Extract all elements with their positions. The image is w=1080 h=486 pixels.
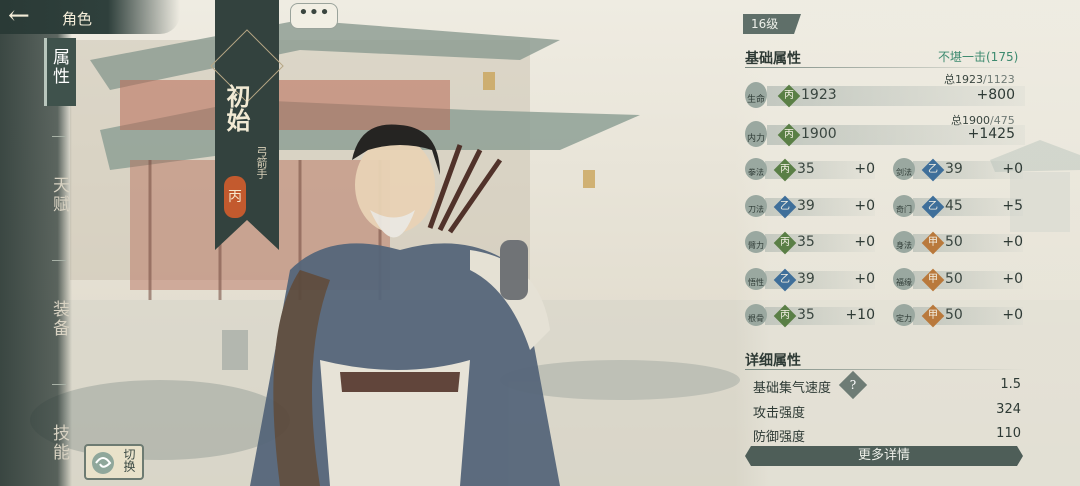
stat-value: 50 xyxy=(945,270,963,287)
section-divider xyxy=(745,369,1025,370)
stat-value: 39 xyxy=(797,270,815,287)
stat-icon: 福缘 xyxy=(893,267,915,290)
ellipsis-icon: ••• xyxy=(298,2,330,23)
stat-value: 39 xyxy=(945,161,963,177)
mp-row: 内力 丙 1900 +1425 xyxy=(745,121,1025,147)
stat-bonus: +0 xyxy=(1002,234,1023,250)
stat-bonus: +0 xyxy=(854,161,875,177)
stat-rank-badge: 甲 xyxy=(921,268,945,291)
nav-divider xyxy=(52,136,66,137)
stat-rank-badge: 丙 xyxy=(773,304,797,328)
stat-rank-badge: 丙 xyxy=(773,231,797,255)
hp-row: 生命 丙 1923 +800 xyxy=(745,82,1025,108)
nav-tab-attributes[interactable]: 属性 xyxy=(49,48,69,86)
stat-icon: 奇门 xyxy=(893,194,915,217)
stat-icon: 拳法 xyxy=(745,158,767,180)
detail-value: 324 xyxy=(996,402,1021,417)
stat-bonus: +0 xyxy=(1002,270,1023,287)
detail-row-attack: 攻击强度 324 xyxy=(745,400,1025,422)
stat-row: 福缘甲 50 +0 xyxy=(893,267,1023,291)
detail-label: 基础集气速度 xyxy=(753,381,832,396)
stat-rank-badge: 乙 xyxy=(921,158,945,182)
stat-value: 35 xyxy=(797,307,815,323)
mp-icon: 内力 xyxy=(745,121,767,147)
detail-attributes-title: 详细属性 xyxy=(745,353,801,369)
stat-value: 35 xyxy=(797,234,815,250)
stat-value: 50 xyxy=(945,307,963,323)
stat-icon: 根骨 xyxy=(745,304,767,326)
nav-tab-equipment[interactable]: 装备 xyxy=(49,300,69,338)
stat-row: 定力甲 50 +0 xyxy=(893,304,1023,328)
detail-value: 1.5 xyxy=(1000,377,1021,392)
stat-bonus: +0 xyxy=(854,197,875,214)
stat-icon: 悟性 xyxy=(745,267,767,290)
hp-bonus: +800 xyxy=(976,87,1015,103)
stat-rank-badge: 乙 xyxy=(921,195,945,218)
mp-bonus: +1425 xyxy=(967,126,1015,142)
stat-rank-badge: 乙 xyxy=(773,195,797,218)
nav-tab-skills[interactable]: 技能 xyxy=(49,424,69,462)
stat-rank-badge: 丙 xyxy=(773,158,797,182)
level-badge: 16级 xyxy=(743,14,801,34)
stat-bonus: +0 xyxy=(854,270,875,287)
stat-bonus: +0 xyxy=(1002,307,1023,323)
chat-bubble-button[interactable]: ••• xyxy=(290,3,338,29)
detail-label: 攻击强度 xyxy=(753,406,806,421)
detail-value: 110 xyxy=(996,426,1021,441)
stat-row: 拳法丙 35 +0 xyxy=(745,158,875,182)
stat-row: 根骨丙 35 +10 xyxy=(745,304,875,328)
stat-bonus: +10 xyxy=(845,307,875,323)
stat-bonus: +0 xyxy=(1002,161,1023,177)
hp-rank-badge: 丙 xyxy=(777,84,801,108)
stat-rank-badge: 乙 xyxy=(773,268,797,291)
detail-label: 防御强度 xyxy=(753,430,806,445)
stat-row: 奇门乙 45 +5 xyxy=(893,194,1023,218)
swirl-icon xyxy=(92,452,114,474)
page-title: 角色 xyxy=(62,10,93,28)
nav-divider xyxy=(52,384,66,385)
stat-bonus: +0 xyxy=(854,234,875,250)
mp-value: 1900 xyxy=(801,126,837,142)
section-divider xyxy=(745,67,1025,68)
detail-row-charge-speed: 基础集气速度 ? 1.5 xyxy=(745,370,1025,400)
stat-icon: 身法 xyxy=(893,231,915,253)
stat-bonus: +5 xyxy=(1002,197,1023,214)
character-grade-badge: 丙 xyxy=(224,176,246,218)
hp-value: 1923 xyxy=(801,87,837,103)
stat-row: 刀法乙 39 +0 xyxy=(745,194,875,218)
stat-row: 臂力丙 35 +0 xyxy=(745,231,875,255)
stat-rank-badge: 甲 xyxy=(921,304,945,328)
more-details-button[interactable]: 更多详情 xyxy=(745,446,1023,466)
character-class: 弓箭手 xyxy=(255,146,268,179)
mp-rank-badge: 丙 xyxy=(777,123,801,147)
switch-label: 切换 xyxy=(122,448,136,472)
detail-row-defense: 防御强度 110 xyxy=(745,424,1025,446)
stat-row: 剑法乙 39 +0 xyxy=(893,158,1023,182)
help-icon[interactable]: ? xyxy=(838,370,868,400)
stat-icon: 臂力 xyxy=(745,231,767,253)
power-rating: 不堪一击(175) xyxy=(938,50,1019,64)
nav-tab-talents[interactable]: 天赋 xyxy=(49,176,69,214)
hp-icon: 生命 xyxy=(745,82,767,108)
stat-row: 身法甲 50 +0 xyxy=(893,231,1023,255)
stat-value: 39 xyxy=(797,197,815,214)
stat-value: 35 xyxy=(797,161,815,177)
stat-value: 45 xyxy=(945,197,963,214)
back-arrow-icon[interactable]: ← xyxy=(8,3,48,30)
stat-row: 悟性乙 39 +0 xyxy=(745,267,875,291)
nav-divider xyxy=(52,260,66,261)
stat-icon: 剑法 xyxy=(893,158,915,180)
stat-icon: 定力 xyxy=(893,304,915,326)
stat-icon: 刀法 xyxy=(745,194,767,217)
stat-rank-badge: 甲 xyxy=(921,231,945,255)
character-name: 初始 xyxy=(222,84,251,132)
stat-value: 50 xyxy=(945,234,963,250)
basic-attributes-title: 基础属性 xyxy=(745,51,801,67)
